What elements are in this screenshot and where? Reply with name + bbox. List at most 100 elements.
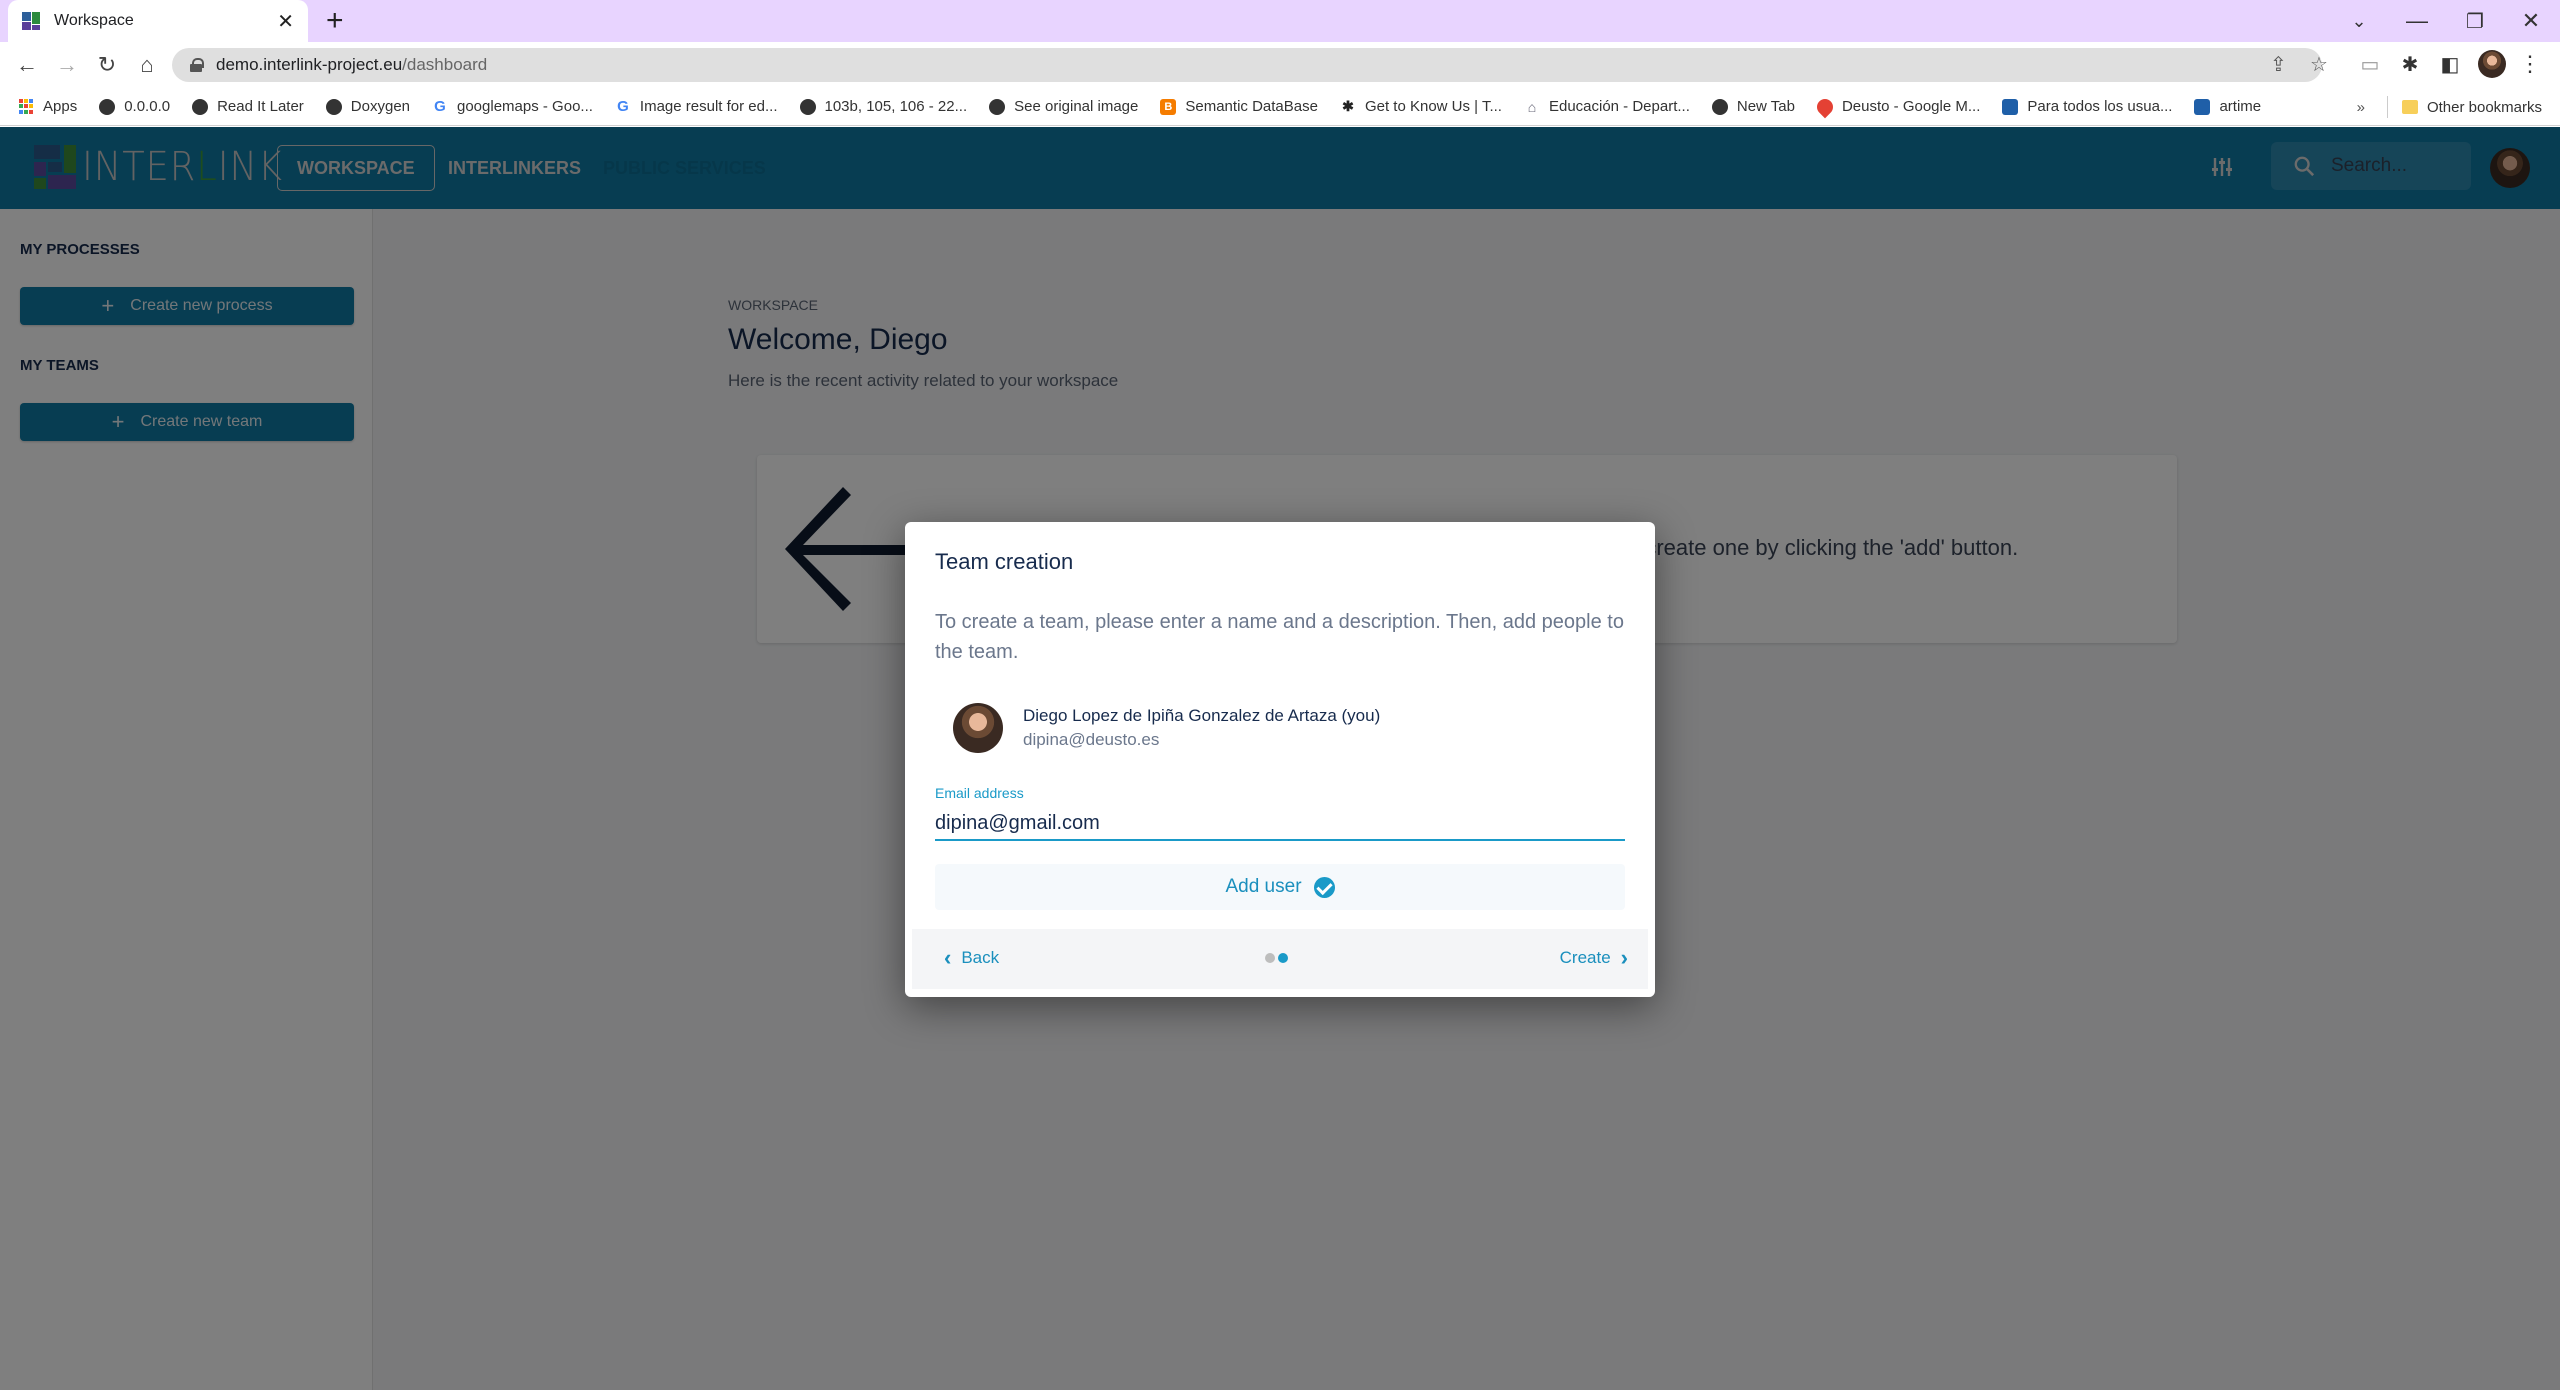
browser-tab-strip: Workspace ✕ + ⌄ — ❐ ✕ xyxy=(0,0,2560,42)
tab-search-chevron-icon[interactable]: ⌄ xyxy=(2330,0,2388,42)
bookmark-star-icon[interactable]: ☆ xyxy=(2310,52,2328,77)
chevron-right-icon: › xyxy=(1620,945,1628,970)
browser-tab[interactable]: Workspace ✕ xyxy=(8,0,308,42)
member-email: dipina@deusto.es xyxy=(1023,730,1160,749)
blogger-icon: B xyxy=(1160,98,1177,115)
browser-toolbar: ← → ↻ ⌂ demo.interlink-project.eu/dashbo… xyxy=(0,42,2560,88)
bookmark-item[interactable]: Para todos los usua... xyxy=(2002,98,2172,115)
add-user-button[interactable]: Add user xyxy=(935,864,1625,910)
globe-icon xyxy=(989,98,1006,115)
bookmark-label: Other bookmarks xyxy=(2426,98,2542,116)
bookmark-item[interactable]: Ggooglemaps - Goo... xyxy=(432,98,593,115)
bookmarks-divider xyxy=(2386,96,2388,118)
back-arrow-icon[interactable]: ← xyxy=(12,50,42,80)
bookmark-item[interactable]: G Image result for ed... xyxy=(614,98,778,115)
globe-icon xyxy=(192,98,209,115)
bookmark-label: artime xyxy=(2219,98,2262,115)
new-tab-button[interactable]: + xyxy=(326,4,344,38)
url-domain: demo.interlink-project.eu xyxy=(216,55,403,74)
bookmark-label: 0.0.0.0 xyxy=(124,98,171,115)
back-button[interactable]: ‹ Back xyxy=(944,947,999,969)
chrome-menu-icon[interactable]: ⋮ xyxy=(2516,50,2544,78)
bookmark-label: Educación - Depart... xyxy=(1548,98,1690,115)
create-button[interactable]: Create › xyxy=(1560,947,1628,969)
home-icon[interactable]: ⌂ xyxy=(132,50,162,80)
member-name: Diego Lopez de Ipiña Gonzalez de Artaza … xyxy=(1023,706,1381,725)
bookmark-item[interactable]: artime xyxy=(2194,98,2261,115)
check-circle-icon xyxy=(1313,876,1335,898)
bookmark-item[interactable]: Read It Later xyxy=(192,98,304,115)
bookmark-label: Read It Later xyxy=(217,98,304,115)
apps-icon xyxy=(18,98,34,115)
bookmark-label: Deusto - Google M... xyxy=(1841,98,1981,115)
globe-icon xyxy=(99,98,116,115)
bookmarks-overflow-button[interactable]: » xyxy=(2357,99,2365,116)
bookmark-item[interactable]: B Semantic DataBase xyxy=(1160,98,1318,115)
dialog-title: Team creation xyxy=(935,549,1074,574)
bookmark-item[interactable]: 0.0.0.0 xyxy=(99,98,170,115)
globe-icon xyxy=(1711,98,1728,115)
bookmark-item[interactable]: ✱ Get to Know Us | T... xyxy=(1340,98,1502,115)
extensions-puzzle-icon[interactable]: ✱ xyxy=(2396,50,2424,78)
bookmark-label: See original image xyxy=(1014,98,1139,115)
window-close-icon[interactable]: ✕ xyxy=(2502,0,2560,42)
dialog-footer: ‹ Back Create › xyxy=(912,929,1648,989)
reading-list-icon[interactable]: ▭ xyxy=(2356,50,2384,78)
map-pin-icon xyxy=(1813,95,1837,118)
bookmark-item[interactable]: See original image xyxy=(989,98,1138,115)
bookmark-item[interactable]: Apps xyxy=(18,98,77,115)
chevron-left-icon: ‹ xyxy=(944,945,952,970)
bookmark-label: Image result for ed... xyxy=(639,98,778,115)
globe-icon xyxy=(799,98,816,115)
forward-arrow-icon[interactable]: → xyxy=(52,50,82,80)
button-label: Create xyxy=(1559,948,1611,967)
other-bookmarks-folder[interactable]: Other bookmarks xyxy=(2401,98,2542,116)
step-dot xyxy=(1265,953,1275,963)
bookmarks-bar: Apps 0.0.0.0 Read It Later Doxygen Ggoog… xyxy=(0,88,2560,126)
shield-icon xyxy=(2194,98,2211,115)
profile-avatar[interactable] xyxy=(2478,50,2506,78)
button-label: Back xyxy=(961,948,1000,967)
bookmark-item[interactable]: New Tab xyxy=(1711,98,1795,115)
url-path: /dashboard xyxy=(402,55,488,74)
bookmark-label: Apps xyxy=(43,98,78,115)
folder-icon xyxy=(2401,100,2418,114)
lock-icon xyxy=(190,58,204,72)
site-icon: ⌂ xyxy=(1527,98,1537,115)
interlink-favicon-icon xyxy=(22,12,40,30)
bookmark-label: googlemaps - Goo... xyxy=(457,98,593,115)
bookmark-label: Doxygen xyxy=(350,98,410,115)
bookmark-item[interactable]: 103b, 105, 106 - 22... xyxy=(799,98,968,115)
address-bar[interactable]: demo.interlink-project.eu/dashboard xyxy=(172,48,2322,82)
site-icon: ✱ xyxy=(1342,98,1354,114)
step-dot-active xyxy=(1278,953,1288,963)
team-creation-dialog: Team creation To create a team, please e… xyxy=(905,522,1655,997)
bookmark-label: Get to Know Us | T... xyxy=(1364,98,1502,115)
email-input[interactable] xyxy=(935,807,1625,841)
team-member-item: Diego Lopez de Ipiña Gonzalez de Artaza … xyxy=(953,703,1380,753)
minimize-icon[interactable]: — xyxy=(2388,0,2446,42)
email-label: Email address xyxy=(935,785,1024,801)
member-avatar xyxy=(953,703,1003,753)
bookmark-label: Semantic DataBase xyxy=(1185,98,1318,115)
bookmark-label: Para todos los usua... xyxy=(2027,98,2173,115)
globe-icon xyxy=(325,98,342,115)
tab-close-icon[interactable]: ✕ xyxy=(277,9,294,34)
google-icon: G xyxy=(614,98,631,115)
step-indicator xyxy=(1265,953,1291,963)
dialog-description: To create a team, please enter a name an… xyxy=(935,611,1624,663)
restore-icon[interactable]: ❐ xyxy=(2446,0,2504,42)
share-icon[interactable]: ⇪ xyxy=(2270,52,2287,77)
google-icon: G xyxy=(432,98,448,115)
bookmark-label: 103b, 105, 106 - 22... xyxy=(824,98,968,115)
side-panel-icon[interactable]: ◧ xyxy=(2436,50,2464,78)
bookmark-item[interactable]: ⌂ Educación - Depart... xyxy=(1524,98,1690,115)
button-label: Add user xyxy=(1225,876,1302,897)
bookmark-label: New Tab xyxy=(1736,98,1795,115)
reload-icon[interactable]: ↻ xyxy=(92,50,122,80)
tab-title: Workspace xyxy=(54,12,134,29)
email-field: Email address xyxy=(935,785,1625,841)
bookmark-item[interactable]: Deusto - Google M... xyxy=(1813,95,1981,118)
bookmark-item[interactable]: Doxygen xyxy=(325,98,410,115)
shield-icon xyxy=(2002,98,2019,115)
